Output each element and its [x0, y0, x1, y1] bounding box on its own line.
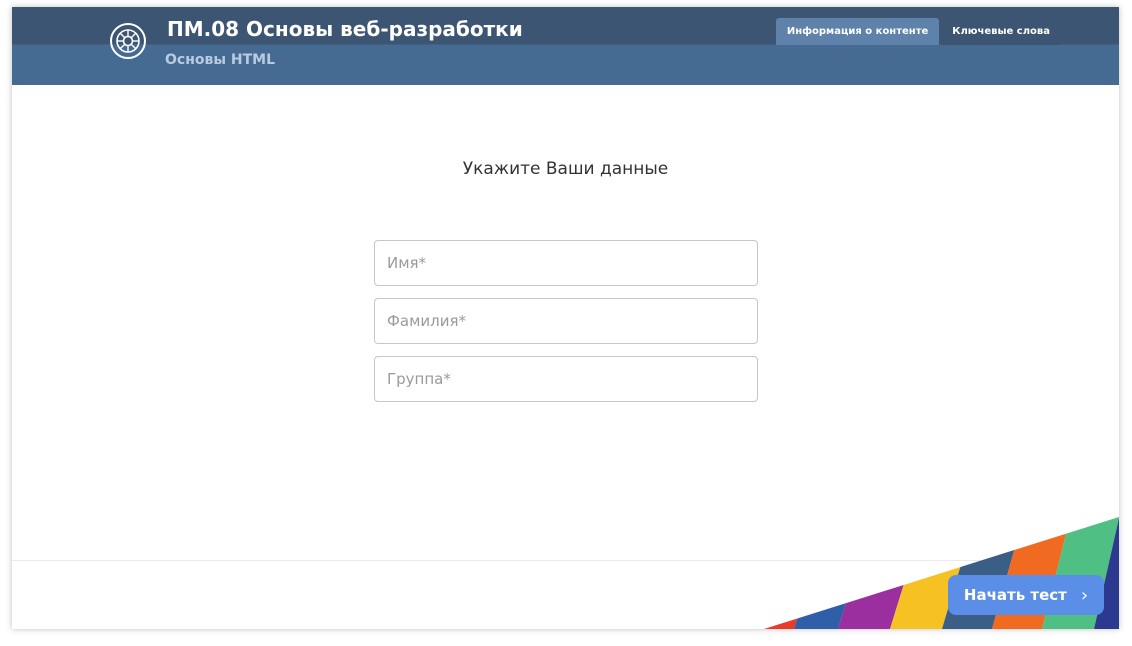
app-window: ПМ.08 Основы веб-разработки Основы HTML …: [12, 7, 1119, 629]
start-test-label: Начать тест: [963, 586, 1067, 604]
start-test-button[interactable]: Начать тест ›: [948, 575, 1104, 615]
stripe-red: [764, 517, 838, 629]
decorative-stripes: [764, 517, 1119, 629]
chevron-right-icon: ›: [1080, 584, 1089, 606]
